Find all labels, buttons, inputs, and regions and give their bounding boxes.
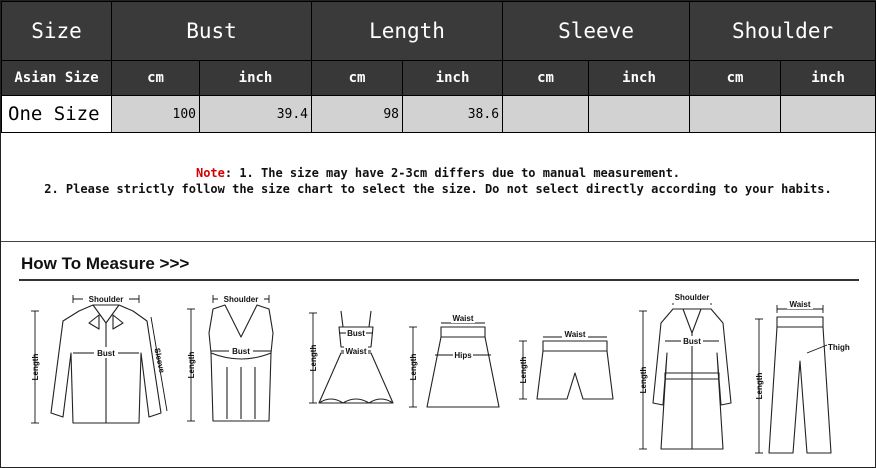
- label-thigh-pants: Thigh: [828, 343, 850, 352]
- how-to-measure-rule: [19, 279, 859, 281]
- subheader-shoulder-inch: inch: [780, 60, 876, 96]
- label-shoulder-top: Shoulder: [224, 295, 259, 304]
- how-to-measure-title: How To Measure >>>: [21, 254, 190, 273]
- subheader-sleeve-cm: cm: [502, 60, 590, 96]
- label-shoulder-coat: Shoulder: [675, 293, 710, 302]
- cell-bust-cm: 100: [111, 95, 200, 133]
- cell-shoulder-inch: [780, 95, 876, 133]
- label-waist-skirt: Waist: [452, 314, 473, 323]
- note-label: Note: [195, 166, 225, 180]
- table-subheader-row: Asian Size cm inch cm inch cm inch cm in…: [1, 60, 876, 96]
- notes-section: Note: 1. The size may have 2-3cm differs…: [1, 165, 875, 197]
- note-text-1: : 1. The size may have 2-3cm differs due…: [224, 166, 681, 180]
- label-length-top: Length: [187, 352, 196, 379]
- label-length-pants: Length: [755, 373, 764, 400]
- garment-shirt-illustration: Shoulder Bust Length Sleeve: [31, 293, 168, 424]
- header-shoulder: Shoulder: [689, 1, 876, 61]
- label-bust-shirt: Bust: [97, 349, 115, 358]
- label-length-coat: Length: [639, 367, 648, 394]
- label-length-shirt: Length: [31, 354, 40, 381]
- label-waist-shorts: Waist: [564, 330, 585, 339]
- cell-shoulder-cm: [689, 95, 782, 133]
- cell-sleeve-cm: [502, 95, 590, 133]
- label-length-skirt: Length: [409, 354, 418, 381]
- header-size: Size: [1, 1, 112, 61]
- note-line-2: 2. Please strictly follow the size chart…: [44, 182, 832, 196]
- label-bust-coat: Bust: [683, 337, 701, 346]
- size-chart-page: Size Bust Length Sleeve Shoulder Asian S…: [0, 0, 876, 468]
- label-shoulder-shirt: Shoulder: [89, 295, 124, 304]
- cell-length-cm: 98: [311, 95, 404, 133]
- garment-pants-illustration: Waist Thigh Length: [755, 299, 850, 454]
- section-divider: [1, 241, 875, 242]
- label-length-shorts: Length: [519, 357, 528, 384]
- row-size-label: One Size: [1, 95, 112, 133]
- label-length-dress: Length: [309, 345, 318, 372]
- label-bust-dress: Bust: [347, 329, 365, 338]
- subheader-bust-inch: inch: [198, 60, 313, 96]
- size-table: Size Bust Length Sleeve Shoulder Asian S…: [1, 1, 876, 133]
- garment-skirt-illustration: Waist Hips Length: [409, 313, 500, 408]
- cell-sleeve-inch: [588, 95, 691, 133]
- header-bust: Bust: [110, 1, 313, 61]
- header-length: Length: [311, 1, 504, 61]
- header-sleeve: Sleeve: [502, 1, 691, 61]
- subheader-length-inch: inch: [402, 60, 504, 96]
- garment-coat-illustration: Shoulder Bust Length: [639, 292, 732, 450]
- measurement-illustrations: Shoulder Bust Length Sleeve Shoulder Bus…: [31, 292, 850, 454]
- label-hips-skirt: Hips: [454, 351, 472, 360]
- note-line-1: Note: 1. The size may have 2-3cm differs…: [1, 165, 875, 181]
- subheader-sleeve-inch: inch: [588, 60, 691, 96]
- table-row: One Size 100 39.4 98 38.6: [1, 95, 876, 133]
- garment-strap-dress-illustration: Bust Waist Length: [309, 310, 394, 404]
- label-bust-top: Bust: [232, 347, 250, 356]
- garment-shorts-illustration: Waist Length: [519, 329, 614, 400]
- label-waist-dress: Waist: [345, 347, 366, 356]
- subheader-shoulder-cm: cm: [689, 60, 782, 96]
- label-waist-pants: Waist: [789, 300, 810, 309]
- subheader-asian-size: Asian Size: [1, 60, 112, 96]
- subheader-length-cm: cm: [311, 60, 404, 96]
- subheader-bust-cm: cm: [111, 60, 200, 96]
- cell-bust-inch: 39.4: [198, 95, 313, 133]
- table-header-row: Size Bust Length Sleeve Shoulder: [1, 1, 876, 61]
- garment-vneck-top-illustration: Shoulder Bust Length: [187, 293, 274, 422]
- cell-length-inch: 38.6: [402, 95, 504, 133]
